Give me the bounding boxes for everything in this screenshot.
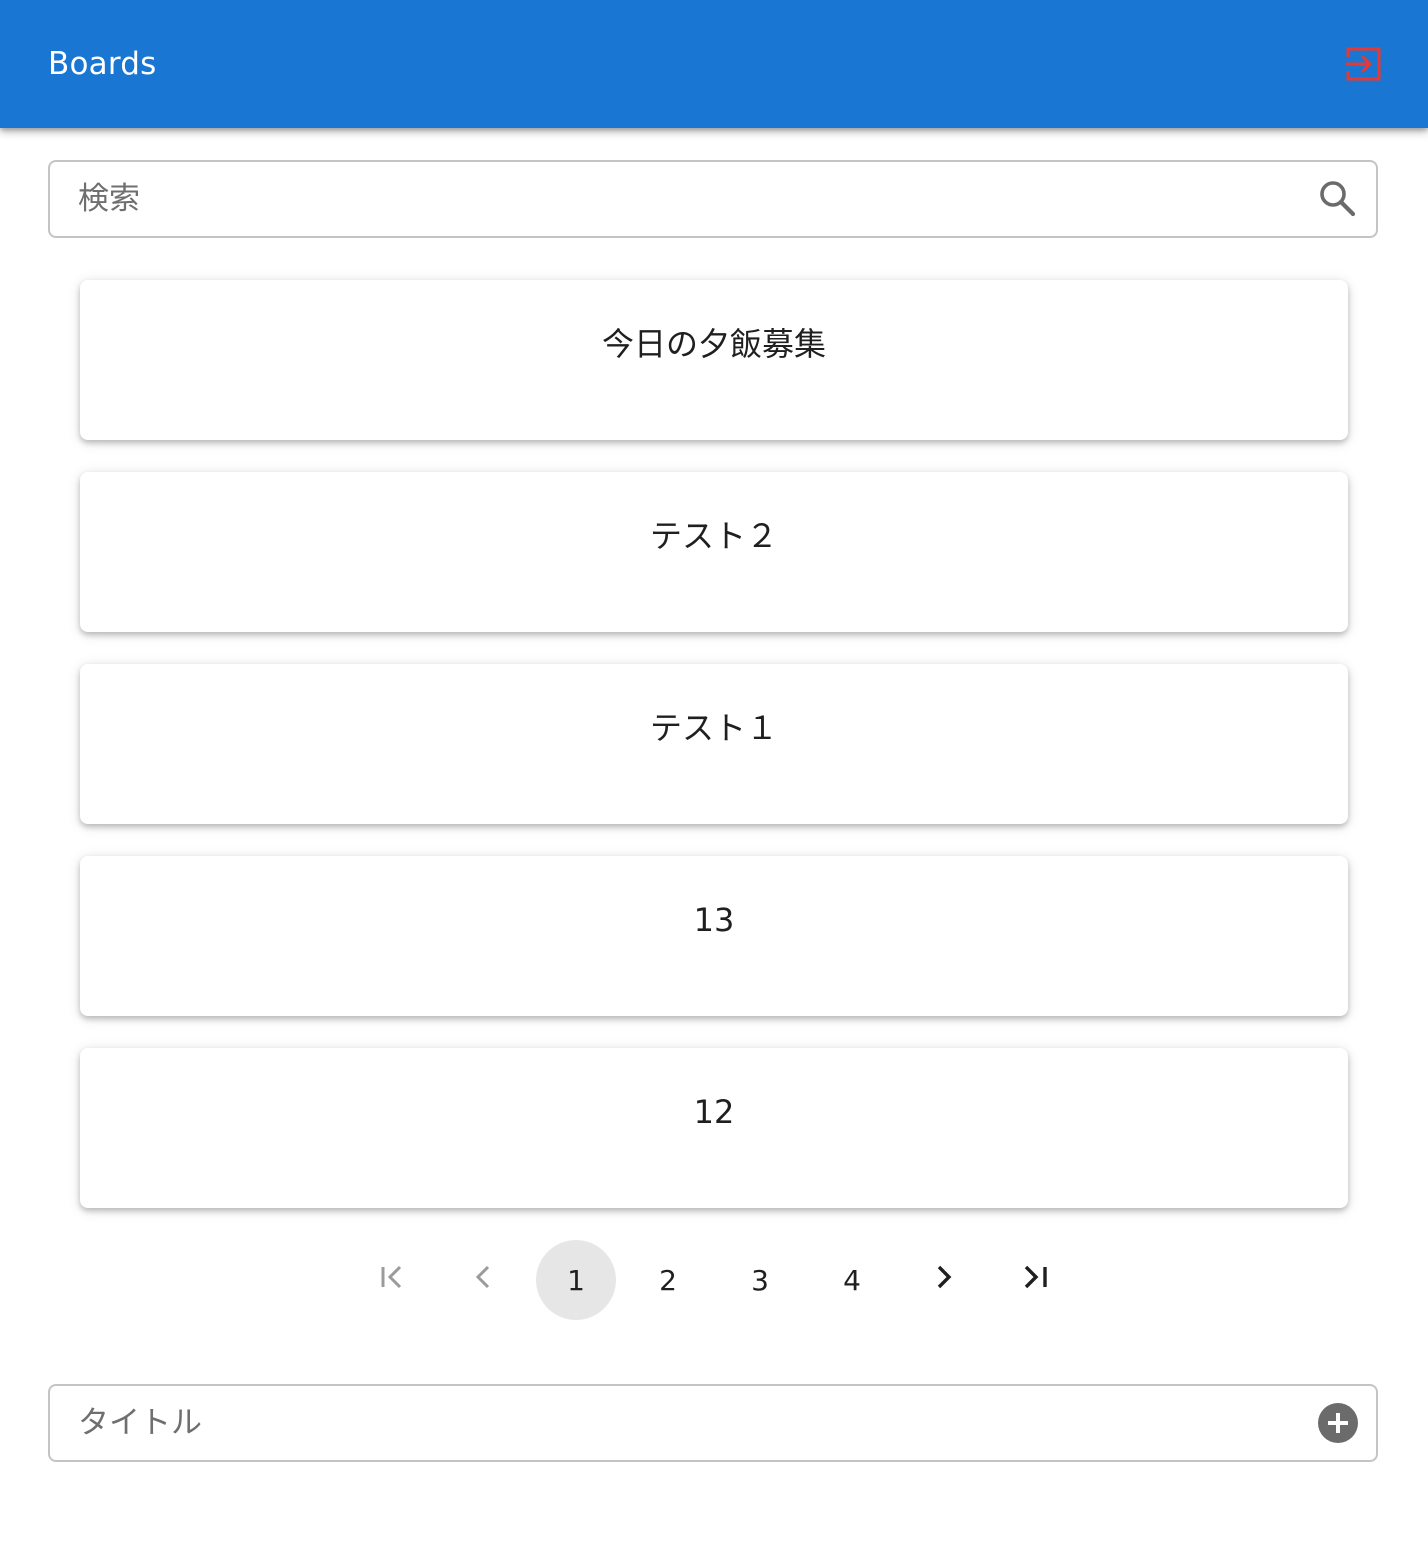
next-page-button[interactable] [904,1240,984,1320]
page-title: Boards [48,46,157,82]
chevron-right-icon [928,1261,960,1300]
search-icon[interactable] [1318,179,1358,219]
first-page-button[interactable] [352,1240,432,1320]
chevron-left-icon [468,1261,500,1300]
page-button-2[interactable]: 2 [628,1240,708,1320]
add-circle-icon[interactable] [1318,1403,1358,1443]
page-button-1[interactable]: 1 [536,1240,616,1320]
page-button-3[interactable]: 3 [720,1240,800,1320]
board-title: テスト２ [649,517,778,555]
board-title: 今日の夕飯募集 [601,325,826,363]
board-title: テスト１ [649,709,778,747]
previous-page-button[interactable] [444,1240,524,1320]
search-input[interactable] [78,162,1278,236]
last-page-icon [1020,1261,1052,1300]
last-page-button[interactable] [996,1240,1076,1320]
board-card[interactable]: 13 [80,856,1348,1016]
logout-button[interactable] [1338,40,1390,92]
search-field [48,160,1378,238]
board-title: 13 [693,901,735,939]
pagination: 1 2 3 4 [352,1240,1076,1320]
title-input[interactable] [78,1386,1278,1460]
app-bar: Boards [0,0,1428,128]
page-button-4[interactable]: 4 [812,1240,892,1320]
board-card[interactable]: 今日の夕飯募集 [80,280,1348,440]
logout-icon [1344,44,1384,88]
board-title: 12 [693,1093,735,1131]
board-card[interactable]: 12 [80,1048,1348,1208]
board-card[interactable]: テスト１ [80,664,1348,824]
first-page-icon [376,1261,408,1300]
board-card[interactable]: テスト２ [80,472,1348,632]
new-board-field [48,1384,1378,1462]
